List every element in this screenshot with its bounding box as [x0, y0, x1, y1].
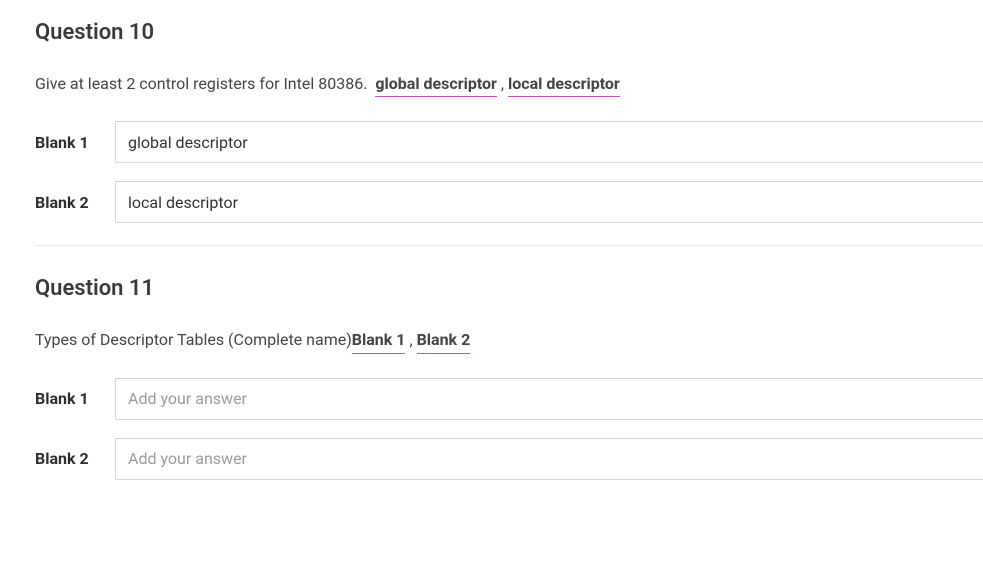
- question-divider: [35, 245, 983, 246]
- q10-blank2-label: Blank 2: [35, 193, 97, 212]
- question-11-title: Question 11: [35, 276, 983, 301]
- q10-blank2-row: Blank 2: [35, 181, 983, 223]
- q11-blank1-label: Blank 1: [35, 389, 97, 408]
- q10-blank1-label: Blank 1: [35, 133, 97, 152]
- question-10-prompt: Give at least 2 control registers for In…: [35, 73, 983, 97]
- q10-blank1-row: Blank 1: [35, 121, 983, 163]
- question-11-prompt-text: Types of Descriptor Tables (Complete nam…: [35, 330, 352, 349]
- q10-blank1-input[interactable]: [115, 121, 983, 163]
- question-11-block: Question 11 Types of Descriptor Tables (…: [35, 276, 983, 479]
- question-11-sep: ,: [405, 330, 416, 349]
- question-10-block: Question 10 Give at least 2 control regi…: [35, 20, 983, 223]
- q11-blank2-label: Blank 2: [35, 449, 97, 468]
- question-10-sep: ,: [501, 74, 508, 93]
- question-10-prompt-text: Give at least 2 control registers for In…: [35, 74, 367, 93]
- q11-blank1-input[interactable]: [115, 378, 983, 420]
- q11-blank2-input[interactable]: [115, 438, 983, 480]
- question-11-fill1: Blank 1: [352, 329, 406, 353]
- question-10-fill2: local descriptor: [508, 73, 620, 97]
- q11-blank1-row: Blank 1: [35, 378, 983, 420]
- question-10-fill1: global descriptor: [375, 73, 497, 97]
- q11-blank2-row: Blank 2: [35, 438, 983, 480]
- question-11-fill2: Blank 2: [417, 329, 471, 353]
- question-10-title: Question 10: [35, 20, 983, 45]
- q10-blank2-input[interactable]: [115, 181, 983, 223]
- question-11-prompt: Types of Descriptor Tables (Complete nam…: [35, 329, 983, 353]
